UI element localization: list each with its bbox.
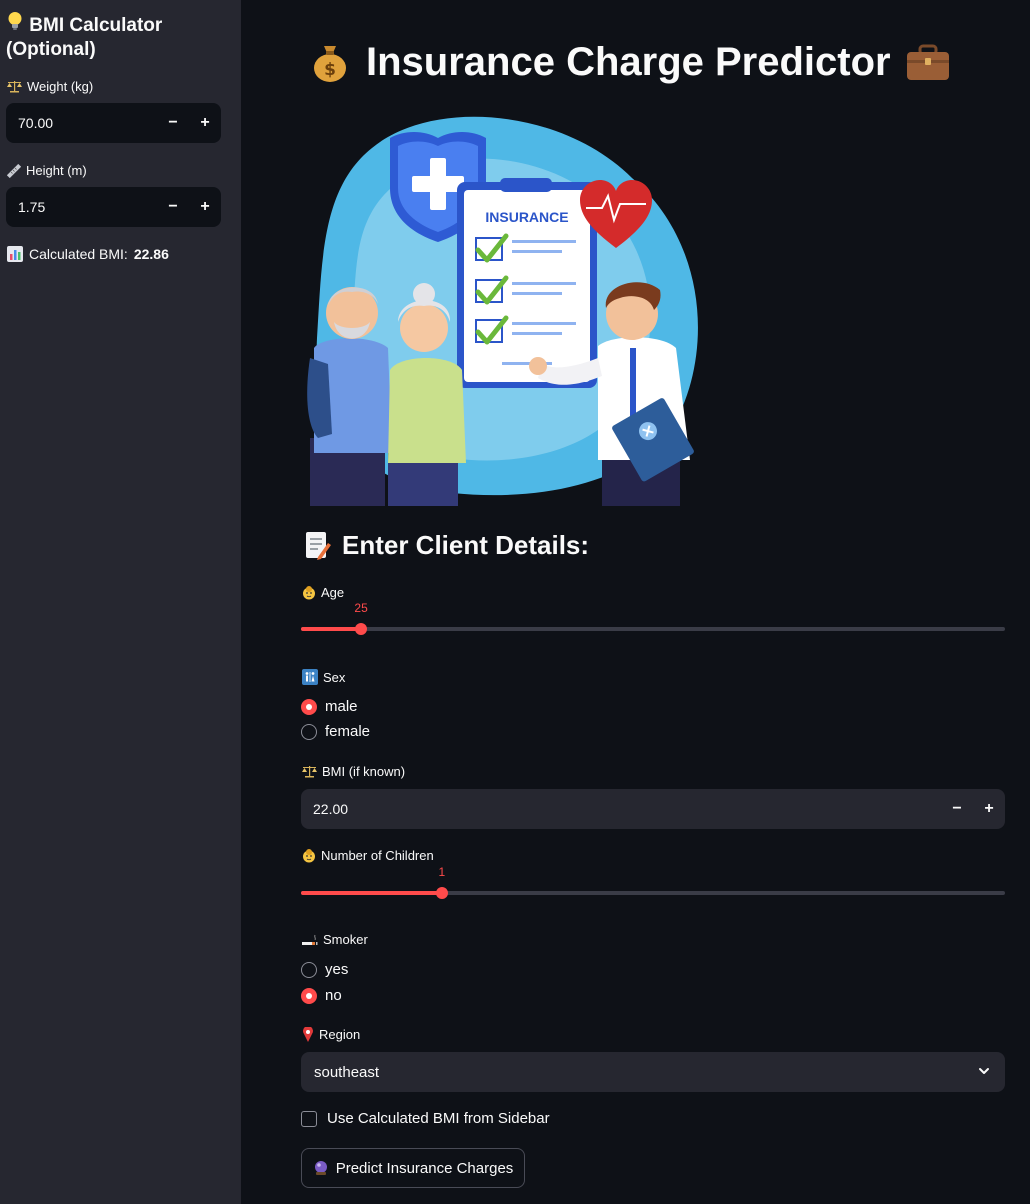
children-slider-value: 1 <box>438 865 446 879</box>
calculated-bmi: Calculated BMI: 22.86 <box>7 246 169 262</box>
page-title-text: Insurance Charge Predictor <box>366 39 891 84</box>
height-input[interactable]: 1.75 − + <box>6 187 221 227</box>
age-slider-thumb[interactable] <box>355 623 368 635</box>
use-sidebar-bmi-label[interactable]: Use Calculated BMI from Sidebar <box>327 1110 550 1127</box>
height-increment-button[interactable]: + <box>189 187 221 227</box>
clipboard-title: INSURANCE <box>485 209 568 225</box>
smoker-option-yes-label[interactable]: yes <box>325 961 348 978</box>
bmi-input-label-text: BMI (if known) <box>322 764 406 779</box>
sex-radio-female[interactable] <box>301 723 317 740</box>
bmi-decrement-button[interactable]: − <box>941 789 973 829</box>
calculated-bmi-label: Calculated BMI: <box>29 246 128 262</box>
age-label: Age <box>302 585 344 600</box>
age-label-text: Age <box>321 585 345 600</box>
children-slider-thumb[interactable] <box>435 887 448 899</box>
smoker-radio-yes[interactable] <box>301 961 317 978</box>
section-heading-text: Enter Client Details: <box>342 530 590 560</box>
baby-face-icon <box>302 848 316 863</box>
predict-button-label[interactable]: Predict Insurance Charges <box>336 1160 514 1177</box>
region-select[interactable]: southeast <box>301 1052 1005 1092</box>
clipboard-icon: INSURANCE <box>457 178 597 388</box>
sex-label-text: Sex <box>323 669 346 685</box>
memo-icon <box>304 531 332 561</box>
money-bag-icon: $ <box>308 40 352 84</box>
children-slider-fill <box>301 891 442 895</box>
region-select-value[interactable]: southeast <box>314 1064 379 1081</box>
bmi-input-label: BMI (if known) <box>302 764 405 779</box>
insurance-illustration: INSURANCE <box>307 116 698 506</box>
sex-option-female[interactable]: female <box>301 723 370 740</box>
height-decrement-button[interactable]: − <box>157 187 189 227</box>
predict-button[interactable]: Predict Insurance Charges <box>301 1148 525 1188</box>
smoker-radio-no[interactable] <box>301 987 317 1004</box>
balance-scale-icon <box>7 80 22 93</box>
sidebar: BMI Calculator (Optional) Weight (kg) 70… <box>0 0 241 1204</box>
smoker-option-no-label[interactable]: no <box>325 987 342 1004</box>
balance-scale-icon <box>302 765 317 778</box>
weight-label-text: Weight (kg) <box>27 79 94 94</box>
use-sidebar-bmi-checkbox[interactable] <box>301 1110 317 1127</box>
location-pin-icon <box>302 1027 314 1042</box>
sex-radio-male[interactable] <box>301 698 317 715</box>
sidebar-title: BMI Calculator (Optional) <box>6 11 231 62</box>
weight-input[interactable]: 70.00 − + <box>6 103 221 143</box>
briefcase-icon <box>905 42 951 82</box>
children-label-text: Number of Children <box>321 848 434 863</box>
age-slider-track[interactable] <box>301 627 1005 631</box>
app-root: BMI Calculator (Optional) Weight (kg) 70… <box>0 0 1030 1204</box>
sex-option-male[interactable]: male <box>301 698 358 715</box>
light-bulb-icon <box>6 11 24 31</box>
region-label-text: Region <box>319 1027 361 1042</box>
bmi-input-value[interactable]: 22.00 <box>301 801 941 817</box>
crystal-ball-icon <box>313 1160 329 1176</box>
age-slider[interactable]: 25 <box>301 601 1005 640</box>
section-heading: Enter Client Details: <box>304 530 589 561</box>
cigarette-icon <box>302 933 318 947</box>
sidebar-title-text: BMI Calculator (Optional) <box>6 15 163 60</box>
page-title: $ Insurance Charge Predictor <box>308 36 1008 88</box>
smoker-label: Smoker <box>302 932 368 947</box>
weight-increment-button[interactable]: + <box>189 103 221 143</box>
use-sidebar-bmi-checkbox-row[interactable]: Use Calculated BMI from Sidebar <box>301 1110 550 1127</box>
weight-decrement-button[interactable]: − <box>157 103 189 143</box>
height-value[interactable]: 1.75 <box>6 199 157 215</box>
region-label: Region <box>302 1027 360 1042</box>
bar-chart-icon <box>7 246 23 262</box>
children-label: Number of Children <box>302 848 434 863</box>
weight-label: Weight (kg) <box>7 79 93 94</box>
bmi-input[interactable]: 22.00 − + <box>301 789 1005 829</box>
smoker-option-yes[interactable]: yes <box>301 961 348 978</box>
sex-option-male-label[interactable]: male <box>325 698 358 715</box>
smoker-option-no[interactable]: no <box>301 987 342 1004</box>
height-label: Height (m) <box>7 163 87 178</box>
sex-option-female-label[interactable]: female <box>325 723 370 740</box>
smoker-label-text: Smoker <box>323 932 368 947</box>
age-slider-value: 25 <box>354 601 368 615</box>
age-slider-fill <box>301 627 362 631</box>
bmi-increment-button[interactable]: + <box>973 789 1005 829</box>
sex-label: Sex <box>302 669 345 685</box>
baby-face-icon <box>302 585 316 600</box>
restroom-icon <box>302 669 318 685</box>
ruler-icon <box>7 163 21 178</box>
chevron-down-icon[interactable] <box>977 1064 991 1082</box>
calculated-bmi-value: 22.86 <box>133 246 169 262</box>
children-slider[interactable]: 1 <box>301 865 1005 904</box>
svg-text:$: $ <box>324 60 336 80</box>
weight-value[interactable]: 70.00 <box>6 115 157 131</box>
height-label-text: Height (m) <box>26 163 87 178</box>
